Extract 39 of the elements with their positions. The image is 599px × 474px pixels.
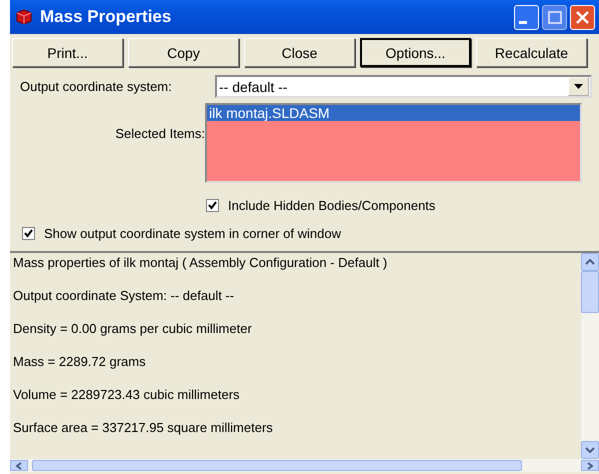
minimize-icon (518, 20, 526, 24)
scroll-thumb[interactable] (581, 271, 599, 313)
result-line: Volume = 2289723.43 cubic millimeters (13, 387, 241, 404)
close-icon (576, 10, 589, 24)
checkbox-row[interactable]: Include Hidden Bodies/Components (10, 189, 599, 221)
field-label: Selected Items: (114, 125, 205, 143)
dialog-button[interactable]: Close (244, 38, 355, 67)
result-line: Mass properties of ilk montaj ( Assembly Configuration - Default ) (13, 255, 388, 272)
window-title: Mass Properties (40, 7, 172, 27)
result-line: Surface area = 337217.95 square millimeters (13, 420, 274, 437)
app-logo-icon (15, 8, 33, 26)
selected-items-list[interactable]: ilk montaj.SLDASM (205, 103, 582, 183)
dialog-button[interactable]: Options... (360, 38, 471, 67)
horizontal-scrollbar[interactable] (10, 459, 599, 472)
checkbox[interactable] (206, 198, 219, 212)
scroll-up-button[interactable] (581, 253, 599, 271)
result-line: Density = 0.00 grams per cubic millimeter (13, 321, 253, 338)
checkbox-row[interactable]: Show output coordinate system in corner of window (10, 221, 599, 245)
result-line: Output coordinate System: -- default -- (13, 288, 236, 305)
checkbox[interactable] (22, 226, 35, 240)
field-label: Output coordinate system: (20, 79, 173, 94)
list-item[interactable]: ilk montaj.SLDASM (207, 105, 580, 121)
close-button[interactable] (570, 4, 595, 30)
maximize-button[interactable] (542, 4, 567, 30)
coordinate-system-dropdown[interactable]: -- default -- (215, 75, 592, 98)
checkbox-label: Include Hidden Bodies/Components (228, 198, 436, 212)
maximize-icon (548, 10, 562, 24)
dialog-button[interactable]: Print... (12, 38, 123, 67)
scroll-left-button[interactable] (10, 460, 28, 471)
checkbox-label: Show output coordinate system in corner of window (44, 226, 341, 240)
scroll-thumb[interactable] (32, 460, 522, 471)
minimize-button[interactable] (514, 4, 539, 30)
scroll-right-button[interactable] (581, 460, 599, 471)
vertical-scrollbar[interactable] (581, 253, 599, 459)
dropdown-arrow-icon (574, 84, 583, 89)
scroll-down-button[interactable] (581, 441, 599, 459)
dialog-button[interactable]: Recalculate (476, 38, 587, 67)
dialog-button[interactable]: Copy (128, 38, 239, 67)
result-line: Mass = 2289.72 grams (13, 354, 147, 371)
